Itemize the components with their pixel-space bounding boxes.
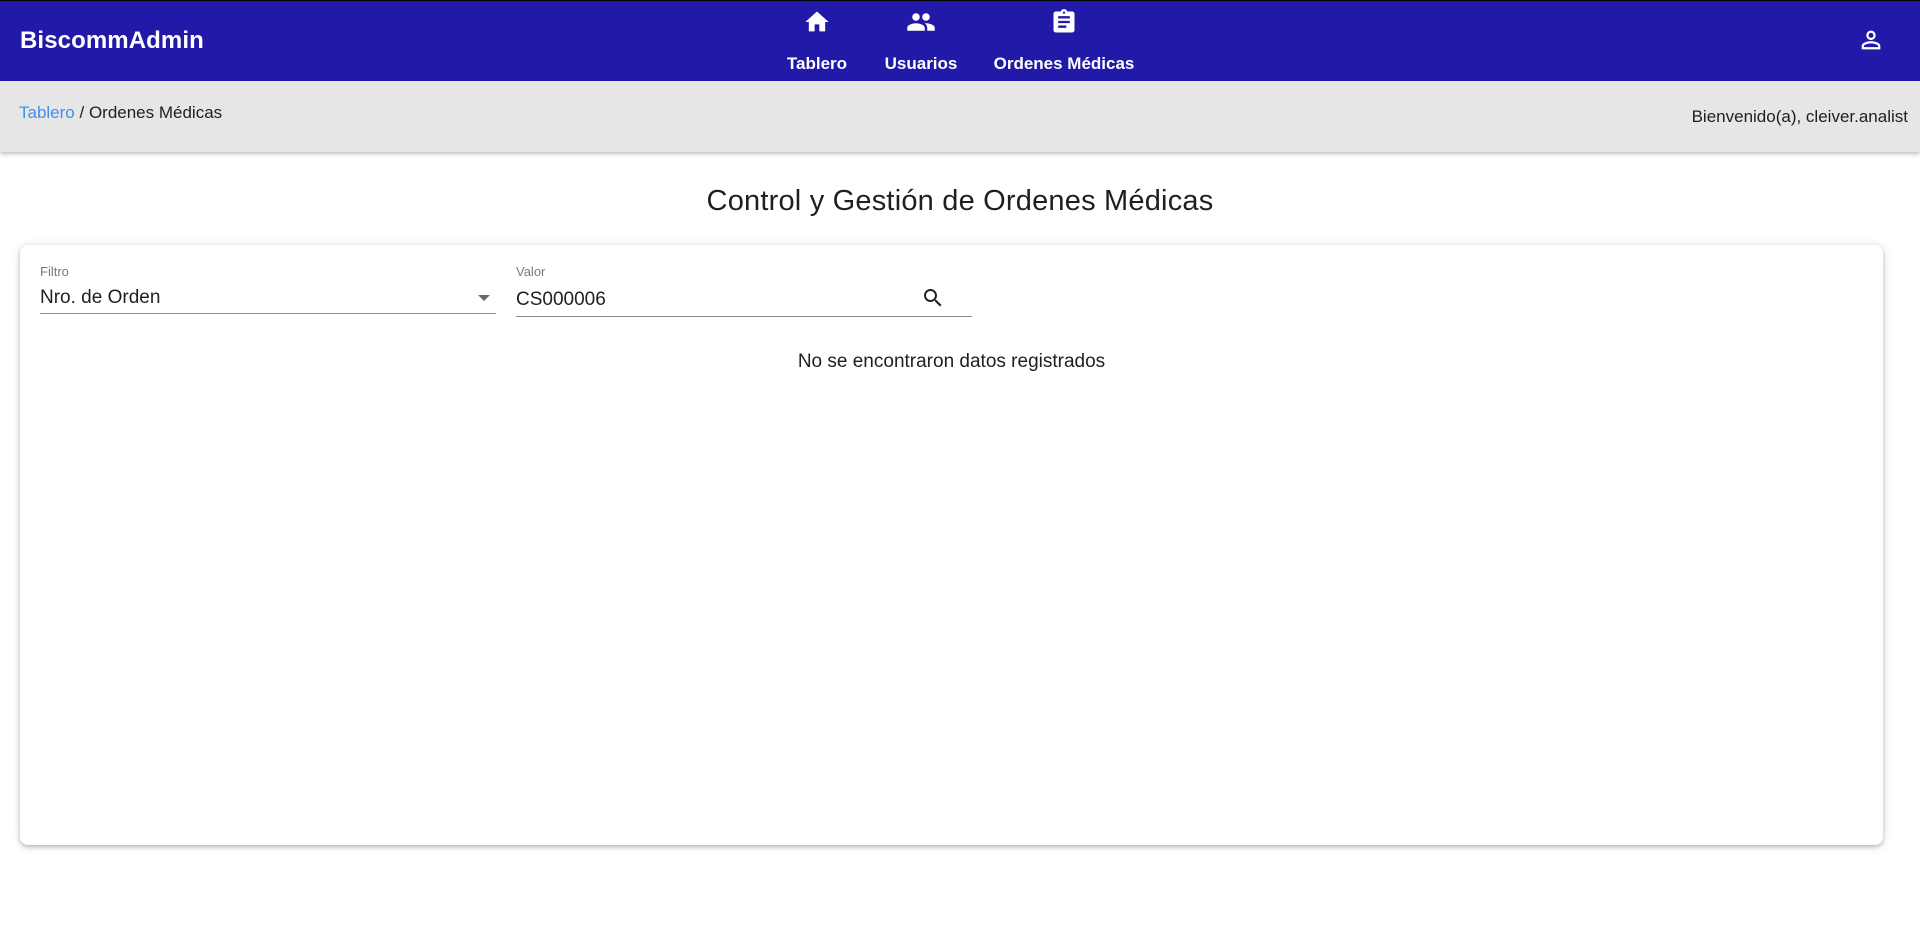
breadcrumb: Tablero / Ordenes Médicas	[19, 103, 222, 123]
account-icon	[1857, 26, 1885, 59]
nav-item-usuarios[interactable]: Usuarios	[884, 1, 958, 82]
search-input[interactable]: CS000006	[516, 283, 972, 317]
nav-item-label: Tablero	[786, 54, 848, 73]
page-title: Control y Gestión de Ordenes Médicas	[706, 185, 1214, 218]
people-icon	[906, 7, 936, 37]
nav-item-label: Usuarios	[884, 54, 958, 73]
dropdown-arrow-icon[interactable]	[478, 295, 490, 301]
search-icon	[921, 286, 945, 315]
breadcrumb-bar: Tablero / Ordenes Médicas Bienvenido(a),…	[0, 81, 1920, 152]
orders-card: Filtro Nro. de Orden Valor CS000006 No s…	[20, 245, 1883, 845]
breadcrumb-current: Ordenes Médicas	[88, 103, 223, 122]
breadcrumb-separator: /	[74, 103, 89, 122]
search-value: CS000006	[516, 288, 606, 310]
top-app-bar: BiscommAdmin Tablero Usuarios Ordenes Mé…	[0, 0, 1920, 81]
search-button[interactable]	[920, 287, 946, 313]
filter-value: Nro. de Orden	[40, 287, 161, 308]
nav-item-label: Ordenes Médicas	[993, 54, 1135, 73]
filter-select[interactable]: Filtro Nro. de Orden	[40, 264, 496, 314]
welcome-text: Bienvenido(a), cleiver.analist	[1691, 107, 1908, 126]
search-field[interactable]: Valor CS000006	[516, 264, 972, 317]
nav-item-ordenes-medicas[interactable]: Ordenes Médicas	[994, 1, 1134, 82]
filter-label: Filtro	[40, 264, 69, 279]
empty-state-message: No se encontraron datos registrados	[797, 351, 1106, 372]
nav-item-tablero[interactable]: Tablero	[786, 1, 848, 82]
breadcrumb-link-tablero[interactable]: Tablero	[19, 103, 75, 122]
brand-title: BiscommAdmin	[20, 27, 204, 54]
home-icon	[802, 7, 832, 37]
search-label: Valor	[516, 264, 546, 279]
clipboard-icon	[1049, 7, 1079, 37]
account-button[interactable]	[1856, 27, 1886, 57]
filter-input-row[interactable]: Nro. de Orden	[40, 283, 496, 314]
